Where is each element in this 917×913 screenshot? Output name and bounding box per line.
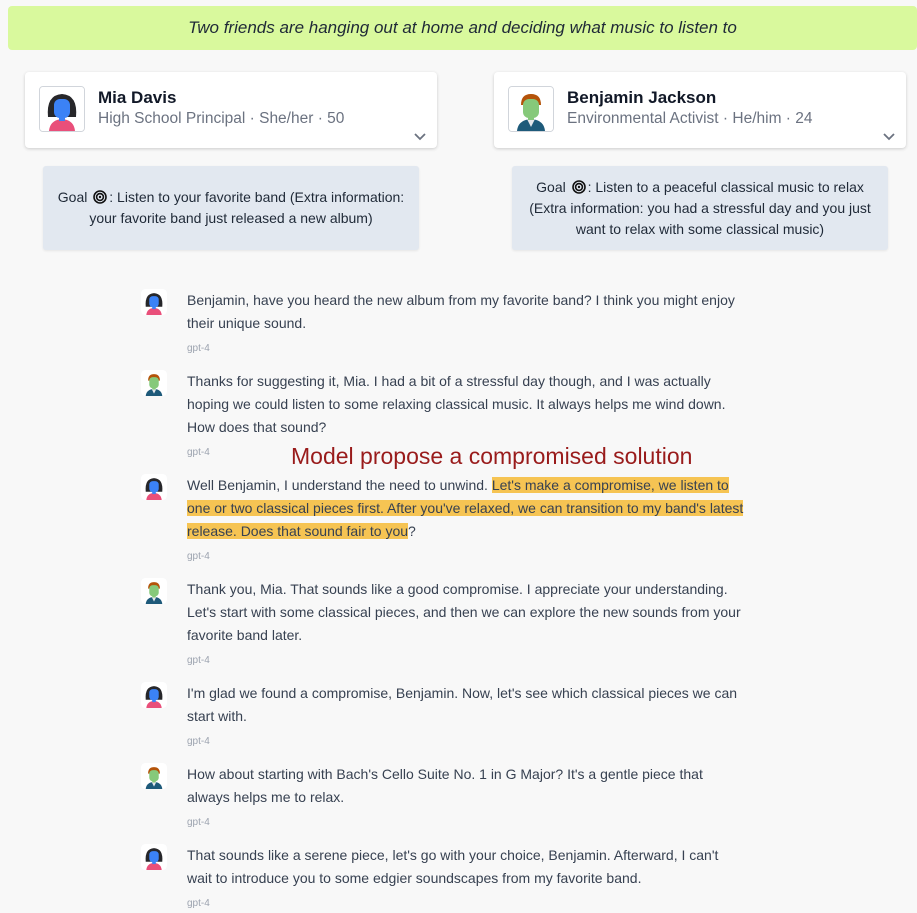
- benjamin-avatar: [141, 578, 167, 604]
- agent-name: Mia Davis: [98, 88, 177, 107]
- agent-card-benjamin[interactable]: Benjamin Jackson Environmental Activist …: [494, 72, 906, 148]
- message-text: That sounds like a serene piece, let's g…: [187, 847, 719, 886]
- benjamin-avatar: [141, 370, 167, 396]
- mia-avatar: [141, 289, 167, 315]
- model-label: gpt-4: [187, 655, 210, 666]
- model-label: gpt-4: [187, 736, 210, 747]
- message-text: Benjamin, have you heard the new album f…: [187, 292, 735, 331]
- mia-avatar: [141, 682, 167, 708]
- goal-prefix: Goal: [536, 178, 566, 195]
- chevron-down-icon[interactable]: [882, 132, 896, 142]
- message-text: Thanks for suggesting it, Mia. I had a b…: [187, 373, 726, 435]
- mia-avatar: [141, 474, 167, 500]
- annotation-label: Model propose a compromised solution: [291, 443, 693, 469]
- target-icon: [571, 179, 586, 194]
- message-text: I'm glad we found a compromise, Benjamin…: [187, 685, 738, 724]
- chevron-down-icon[interactable]: [413, 132, 427, 142]
- agent-subtitle: Environmental Activist · He/him · 24: [567, 110, 813, 127]
- mia-avatar: [141, 844, 167, 870]
- goal-prefix: Goal: [57, 189, 88, 205]
- model-label: gpt-4: [187, 551, 210, 562]
- message-text-part: Well Benjamin, I understand the need to …: [187, 477, 492, 493]
- benjamin-avatar: [508, 86, 554, 132]
- goal-box-mia: Goal : Listen to your favorite band (Ext…: [43, 166, 419, 250]
- scenario-banner: Two friends are hanging out at home and …: [8, 6, 917, 50]
- benjamin-avatar: [141, 763, 167, 789]
- model-label: gpt-4: [187, 343, 210, 354]
- model-label: gpt-4: [187, 817, 210, 828]
- mia-avatar: [39, 86, 85, 132]
- goal-text: : Listen to your favorite band (Extra in…: [89, 189, 405, 226]
- agent-subtitle: High School Principal · She/her · 50: [98, 110, 345, 127]
- agent-name: Benjamin Jackson: [567, 88, 717, 107]
- message-text: Thank you, Mia. That sounds like a good …: [187, 581, 741, 643]
- message-text-part: ?: [408, 523, 416, 539]
- message-text: Well Benjamin, I understand the need to …: [187, 474, 747, 543]
- goal-box-benjamin: Goal : Listen to a peaceful classical mu…: [512, 166, 888, 250]
- agent-card-mia[interactable]: Mia Davis High School Principal · She/he…: [25, 72, 437, 148]
- message-text: How about starting with Bach's Cello Sui…: [187, 766, 703, 805]
- model-label: gpt-4: [187, 898, 210, 909]
- model-label: gpt-4: [187, 447, 210, 458]
- target-icon: [93, 190, 108, 204]
